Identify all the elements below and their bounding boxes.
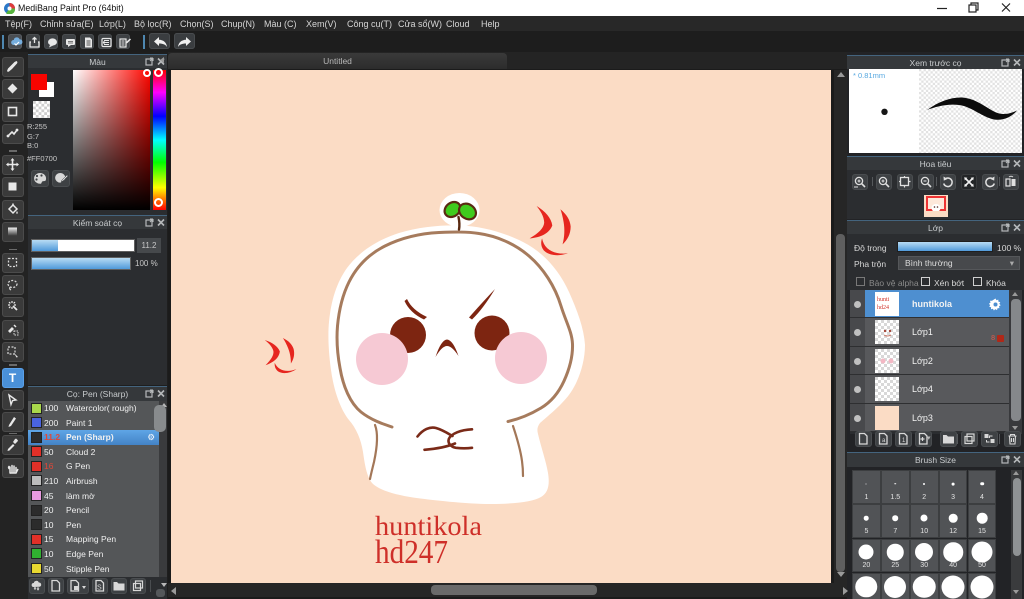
svg-text:a: a — [882, 438, 886, 444]
svg-text:hd247: hd247 — [375, 534, 448, 571]
svg-text:hd24: hd24 — [877, 305, 889, 311]
svg-text:hunti: hunti — [877, 297, 890, 303]
svg-text:S: S — [97, 585, 102, 592]
svg-text:1: 1 — [902, 438, 906, 444]
svg-text:T: T — [9, 371, 17, 385]
